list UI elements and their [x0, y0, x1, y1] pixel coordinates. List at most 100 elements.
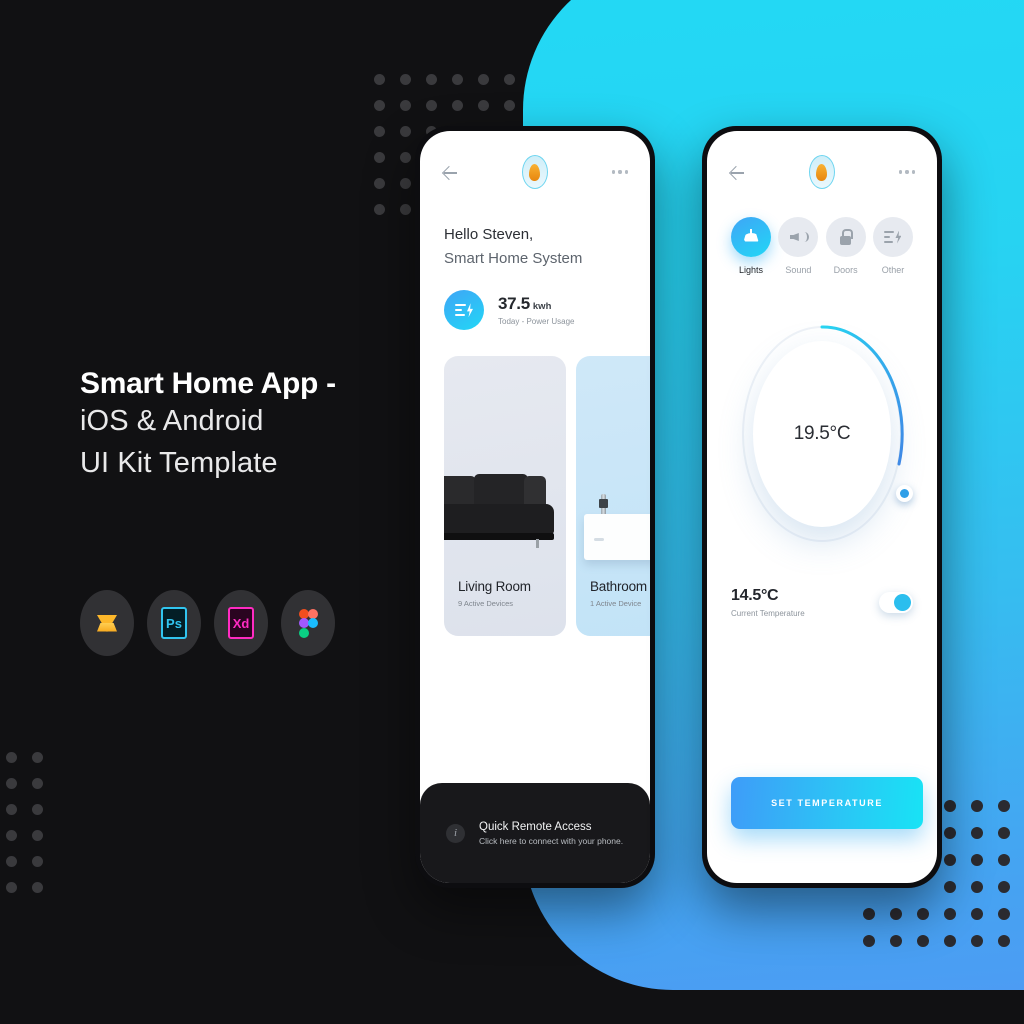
decorative-dot — [998, 881, 1010, 893]
decorative-dot — [6, 830, 17, 841]
flame-bulb-logo-icon — [521, 155, 548, 189]
sink-photo — [584, 494, 650, 566]
decorative-dot — [400, 74, 411, 85]
home-header — [420, 131, 650, 189]
phone-mockup-home: Hello Steven, Smart Home System 37.5 kwh … — [415, 126, 655, 888]
greeting-system: Smart Home System — [444, 250, 583, 267]
decorative-dot — [971, 854, 983, 866]
back-arrow-icon[interactable] — [729, 164, 745, 180]
decorative-dot — [863, 908, 875, 920]
room-name: Living Room — [458, 579, 531, 595]
decorative-dot — [917, 908, 929, 920]
tab-doors[interactable]: Doors — [825, 217, 866, 275]
decorative-dot — [504, 100, 515, 111]
climate-header — [707, 131, 937, 189]
lock-icon — [825, 217, 866, 257]
quick-remote-access-banner[interactable]: i Quick Remote Access Click here to conn… — [420, 783, 650, 883]
decorative-dot — [944, 827, 956, 839]
decorative-dot — [944, 908, 956, 920]
banner-text: Quick Remote Access Click here to connec… — [479, 821, 623, 846]
tab-sound[interactable]: Sound — [778, 217, 819, 275]
current-temperature-caption: Current Temperature — [731, 609, 805, 618]
decorative-dot — [32, 752, 43, 763]
climate-power-toggle[interactable] — [879, 592, 913, 613]
decorative-dot — [374, 74, 385, 85]
power-usage-text: 37.5 kwh Today - Power Usage — [498, 294, 574, 326]
figma-badge — [281, 590, 335, 656]
decorative-dot — [890, 908, 902, 920]
tab-lights[interactable]: Lights — [731, 217, 771, 275]
decorative-dot — [971, 908, 983, 920]
decorative-dot — [971, 935, 983, 947]
photoshop-icon: Ps — [161, 607, 187, 639]
decorative-dot-grid-right-lower — [863, 908, 1024, 962]
temperature-dial[interactable]: 19.5°C — [733, 315, 913, 553]
decorative-dot — [917, 935, 929, 947]
home-screen: Hello Steven, Smart Home System 37.5 kwh … — [420, 131, 650, 883]
promo-subtitle-kit: UI Kit Template — [80, 446, 278, 479]
decorative-dot — [6, 778, 17, 789]
greeting-block: Hello Steven, Smart Home System — [420, 189, 650, 270]
tab-label: Lights — [738, 265, 764, 275]
decorative-dot — [374, 152, 385, 163]
dial-face: 19.5°C — [753, 341, 891, 527]
banner-title: Quick Remote Access — [479, 820, 592, 833]
tab-other[interactable]: Other — [872, 217, 913, 275]
banner-subtitle: Click here to connect with your phone. — [479, 835, 624, 846]
page-title: Smart Home App - — [80, 367, 336, 400]
decorative-dot — [6, 752, 17, 763]
decorative-dot — [944, 800, 956, 812]
current-temperature-text: 14.5°C Current Temperature — [731, 587, 805, 618]
decorative-dot — [374, 126, 385, 137]
back-arrow-icon[interactable] — [442, 164, 458, 180]
dial-knob-handle[interactable] — [896, 485, 913, 502]
decorative-dot — [998, 854, 1010, 866]
decorative-dot — [400, 204, 411, 215]
sketch-badge — [80, 590, 134, 656]
tab-label: Other — [881, 265, 905, 275]
room-device-count: 9 Active Devices — [458, 599, 514, 609]
promo-text-block: Smart Home App - iOS & Android UI Kit Te… — [80, 366, 410, 484]
decorative-dot — [944, 854, 956, 866]
sofa-photo — [444, 474, 558, 549]
power-bolt-icon — [444, 290, 484, 331]
decorative-dot — [32, 778, 43, 789]
speaker-icon — [778, 217, 819, 257]
power-usage-caption: Today - Power Usage — [498, 317, 575, 327]
decorative-dot — [998, 800, 1010, 812]
room-name: Bathroom — [590, 579, 647, 595]
decorative-dot — [452, 74, 463, 85]
photoshop-badge: Ps — [147, 590, 201, 656]
decorative-dot — [971, 881, 983, 893]
decorative-dot — [944, 881, 956, 893]
info-icon: i — [446, 823, 465, 843]
decorative-dot — [6, 804, 17, 815]
decorative-dot — [863, 935, 875, 947]
target-temperature-value: 19.5°C — [793, 423, 851, 444]
decorative-dot — [374, 100, 385, 111]
decorative-dot — [32, 882, 43, 893]
power-usage-unit: kwh — [532, 301, 552, 313]
room-card-bathroom[interactable]: Bathroom 1 Active Device — [576, 356, 650, 637]
more-options-icon[interactable] — [898, 170, 915, 174]
decorative-dot — [478, 100, 489, 111]
decorative-dot — [400, 126, 411, 137]
decorative-dot — [971, 827, 983, 839]
more-options-icon[interactable] — [611, 170, 628, 174]
set-temperature-button[interactable]: SET TEMPERATURE — [731, 777, 923, 829]
decorative-dot — [6, 882, 17, 893]
decorative-dot — [32, 830, 43, 841]
sketch-icon — [97, 614, 117, 632]
room-card-living-room[interactable]: Living Room 9 Active Devices — [444, 356, 566, 637]
power-usage-value: 37.5 — [498, 294, 530, 314]
climate-screen: Lights Sound Doors Other 19.5°C 14.5°C C… — [707, 131, 937, 883]
sliders-bolt-icon — [872, 217, 913, 257]
tool-badge-row: Ps Xd — [80, 590, 335, 656]
decorative-dot — [452, 100, 463, 111]
tab-label: Sound — [785, 265, 812, 275]
decorative-dot — [400, 178, 411, 189]
decorative-dot — [32, 804, 43, 815]
power-usage-card[interactable]: 37.5 kwh Today - Power Usage — [420, 270, 650, 331]
current-temperature-value: 14.5°C — [731, 587, 779, 604]
current-temperature-row: 14.5°C Current Temperature — [707, 553, 937, 618]
